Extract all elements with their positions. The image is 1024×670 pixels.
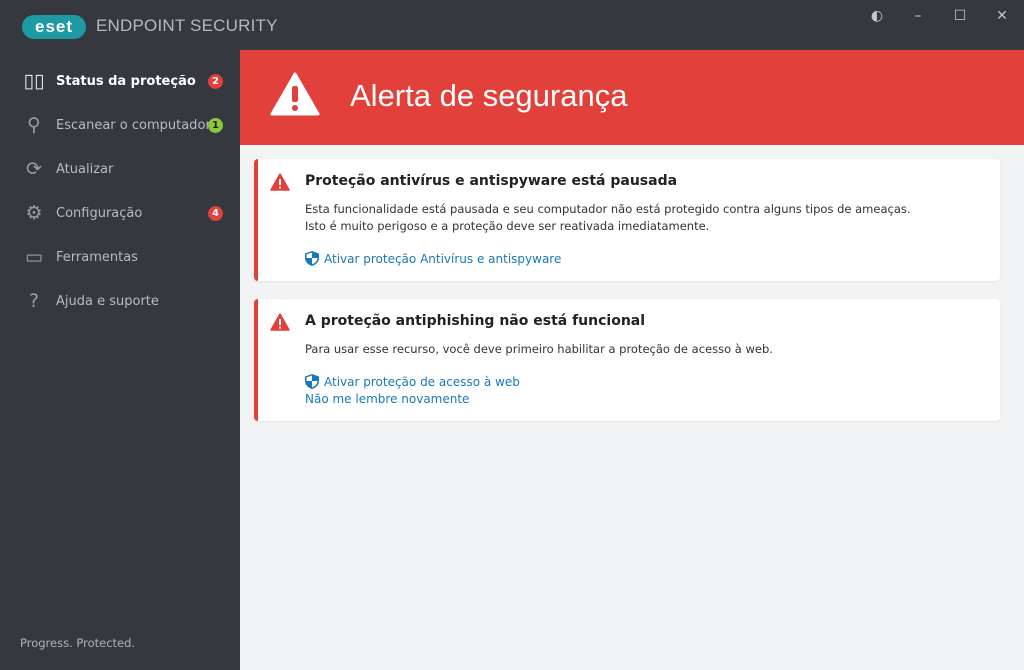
sidebar-item-status[interactable]: ▯▯ Status da proteção 2 <box>0 59 240 103</box>
tagline: Progress. Protected. <box>20 636 136 650</box>
main-content: Alerta de segurança Proteção antivírus e… <box>240 50 1024 670</box>
gear-icon: ⚙ <box>25 202 43 224</box>
enable-antivirus-link[interactable]: Ativar proteção Antivírus e antispyware <box>305 251 561 266</box>
warning-icon <box>270 173 290 191</box>
alert-description: Esta funcionalidade está pausada e seu c… <box>305 202 911 233</box>
sidebar-item-scan[interactable]: ⚲ Escanear o computador 1 <box>0 103 240 147</box>
notification-badge: 4 <box>208 205 223 221</box>
notification-badge: 2 <box>208 73 223 89</box>
alert-title: A proteção antiphishing não está funcion… <box>305 313 646 329</box>
briefcase-icon: ▭ <box>25 246 43 268</box>
alert-card: Proteção antivírus e antispyware está pa… <box>254 159 1000 281</box>
enable-web-access-link[interactable]: Ativar proteção de acesso à web <box>305 374 520 389</box>
maximize-button[interactable]: ☐ <box>948 8 972 24</box>
sidebar-item-label: Atualizar <box>56 161 114 177</box>
warning-icon <box>270 72 320 116</box>
dashboard-icon: ▯▯ <box>23 70 45 92</box>
alert-banner: Alerta de segurança <box>240 50 1024 145</box>
shield-icon <box>305 251 319 266</box>
sidebar-item-label: Status da proteção <box>56 73 196 89</box>
sidebar-item-help[interactable]: ? Ajuda e suporte <box>0 279 240 323</box>
dont-remind-link[interactable]: Não me lembre novamente <box>305 392 469 406</box>
refresh-icon: ⟳ <box>26 158 42 180</box>
help-icon: ? <box>28 290 40 312</box>
sidebar: ▯▯ Status da proteção 2 ⚲ Escanear o com… <box>0 50 240 670</box>
page-title: Alerta de segurança <box>350 78 628 113</box>
notification-badge: 1 <box>208 117 223 133</box>
shield-icon <box>305 374 319 389</box>
title-bar: eset ENDPOINT SECURITY ◐ – ☐ ✕ <box>0 0 1024 50</box>
sidebar-item-setup[interactable]: ⚙ Configuração 4 <box>0 191 240 235</box>
eset-logo: eset <box>22 15 86 39</box>
minimize-button[interactable]: – <box>906 8 930 24</box>
sidebar-item-label: Ajuda e suporte <box>56 293 159 309</box>
sidebar-item-label: Configuração <box>56 205 143 221</box>
sidebar-item-update[interactable]: ⟳ Atualizar <box>0 147 240 191</box>
sidebar-item-label: Escanear o computador <box>56 117 211 133</box>
close-button[interactable]: ✕ <box>990 8 1014 24</box>
search-icon: ⚲ <box>27 114 41 136</box>
alert-description: Para usar esse recurso, você deve primei… <box>305 342 773 356</box>
alert-title: Proteção antivírus e antispyware está pa… <box>305 173 678 189</box>
sidebar-item-tools[interactable]: ▭ Ferramentas <box>0 235 240 279</box>
product-name: ENDPOINT SECURITY <box>96 16 278 35</box>
sidebar-item-label: Ferramentas <box>56 249 138 265</box>
warning-icon <box>270 313 290 331</box>
contrast-icon[interactable]: ◐ <box>865 8 889 24</box>
alert-card: A proteção antiphishing não está funcion… <box>254 299 1000 421</box>
